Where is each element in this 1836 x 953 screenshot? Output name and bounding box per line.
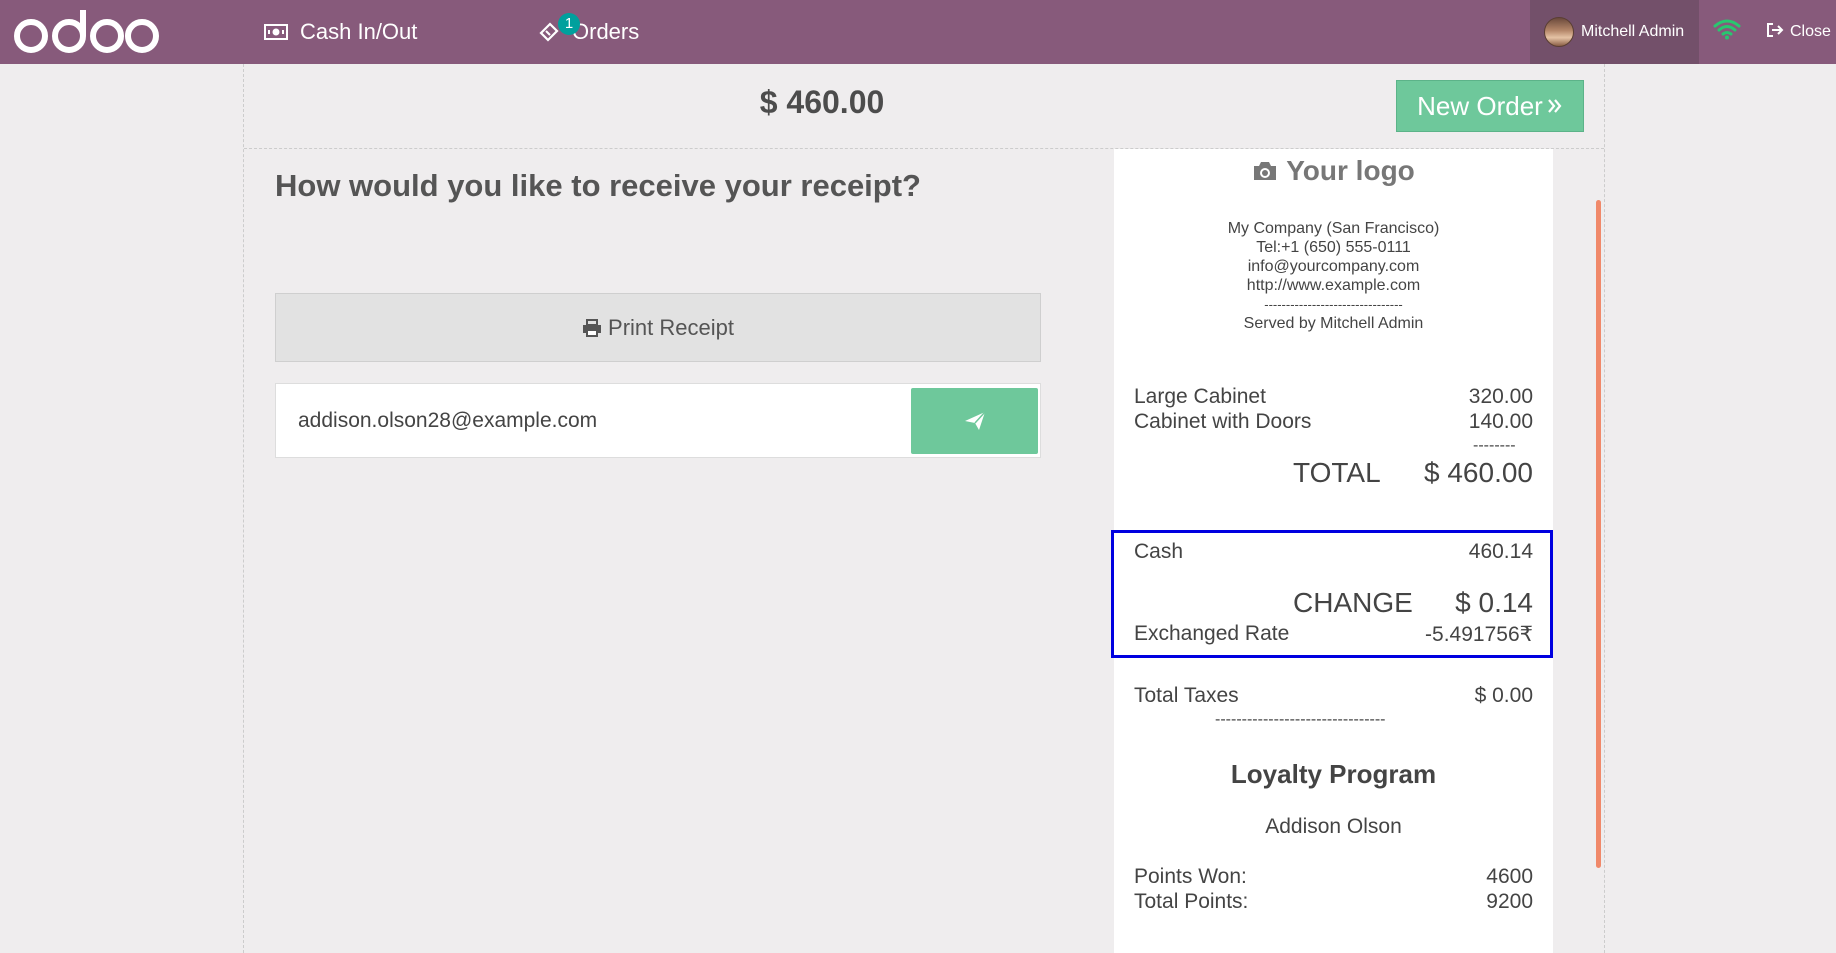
new-order-button[interactable]: New Order [1396, 80, 1584, 132]
exchanged-rate-label: Exchanged Rate [1134, 622, 1290, 645]
total-points-line: Total Points: 9200 [1134, 890, 1533, 914]
payment-amount: 460.14 [1468, 540, 1533, 563]
taxes-value: $ 0.00 [1474, 684, 1533, 707]
served-by: Served by Mitchell Admin [1243, 315, 1424, 332]
close-label: Close [1790, 23, 1831, 40]
orders-count-badge: 1 [558, 13, 580, 35]
camera-icon [1252, 160, 1278, 182]
orders-button[interactable]: 1 Orders [538, 0, 639, 64]
total-value: $ 460.00 [1424, 457, 1533, 488]
company-email: info@yourcompany.com [1247, 258, 1420, 275]
user-menu[interactable]: Mitchell Admin [1530, 0, 1699, 64]
taxes-line: Total Taxes $ 0.00 [1134, 684, 1533, 708]
taxes-separator: -------------------------------- [1215, 711, 1386, 728]
print-receipt-button[interactable]: Print Receipt [275, 293, 1041, 362]
header-separator: -------------------------------- [1264, 297, 1403, 312]
print-icon [582, 318, 602, 337]
paper-plane-icon [964, 411, 986, 431]
sign-out-icon [1766, 22, 1784, 43]
new-order-label: New Order [1417, 90, 1543, 121]
change-label: CHANGE [1293, 587, 1413, 618]
logo-placeholder-text: Your logo [1286, 155, 1415, 186]
total-label: TOTAL [1293, 457, 1381, 488]
exchanged-rate-value: -5.491756₹ [1425, 623, 1533, 646]
pos-navbar: Cash In/Out 1 Orders Mitchell Admin Clos… [0, 0, 1836, 64]
close-session-button[interactable]: Close [1766, 0, 1831, 64]
receipt-header: My Company (San Francisco) Tel:+1 (650) … [1114, 219, 1553, 333]
points-won-label: Points Won: [1134, 865, 1247, 888]
receipt-line: Large Cabinet 320.00 [1134, 385, 1533, 409]
receipt-scrollbar[interactable] [1596, 200, 1601, 868]
orders-label: Orders [572, 19, 640, 44]
cash-in-out-button[interactable]: Cash In/Out [264, 0, 417, 64]
user-name: Mitchell Admin [1581, 23, 1685, 40]
ticket-icon [538, 21, 560, 43]
line-price: 320.00 [1468, 385, 1533, 408]
double-chevron-right-icon [1547, 97, 1563, 115]
loyalty-customer: Addison Olson [1265, 815, 1402, 838]
change-value: $ 0.14 [1455, 587, 1533, 618]
points-won-line: Points Won: 4600 [1134, 865, 1533, 889]
line-product-name: Large Cabinet [1134, 385, 1266, 408]
payment-line: Cash 460.14 [1134, 540, 1533, 564]
receipt-logo: Your logo [1114, 149, 1553, 193]
total-points-label: Total Points: [1134, 890, 1249, 913]
company-name: My Company (San Francisco) [1227, 220, 1440, 237]
wifi-icon [1713, 19, 1741, 40]
avatar [1544, 17, 1574, 47]
company-phone: Tel:+1 (650) 555-0111 [1256, 239, 1411, 256]
receipt-line: Cabinet with Doors 140.00 [1134, 410, 1533, 434]
exchanged-rate-line: Exchanged Rate -5.491756₹ [1134, 622, 1533, 647]
total-points-value: 9200 [1486, 890, 1533, 913]
send-email-button[interactable] [911, 388, 1038, 454]
email-input[interactable] [276, 384, 906, 457]
points-won-value: 4600 [1486, 865, 1533, 888]
cash-in-out-label: Cash In/Out [300, 19, 418, 44]
print-receipt-label: Print Receipt [608, 314, 734, 340]
receipt-preview: Your logo My Company (San Francisco) Tel… [1114, 149, 1553, 953]
subtotal-separator: -------- [1473, 437, 1516, 454]
odoo-logo [14, 10, 159, 53]
taxes-label: Total Taxes [1134, 684, 1239, 707]
company-website: http://www.example.com [1246, 277, 1421, 294]
order-total: $ 460.00 [759, 84, 885, 120]
line-price: 140.00 [1468, 410, 1533, 433]
cash-icon [264, 24, 288, 40]
email-receipt-group [275, 383, 1041, 458]
receipt-question: How would you like to receive your recei… [275, 168, 921, 203]
loyalty-title: Loyalty Program [1230, 759, 1437, 789]
line-product-name: Cabinet with Doors [1134, 410, 1312, 433]
payment-method: Cash [1134, 540, 1184, 563]
